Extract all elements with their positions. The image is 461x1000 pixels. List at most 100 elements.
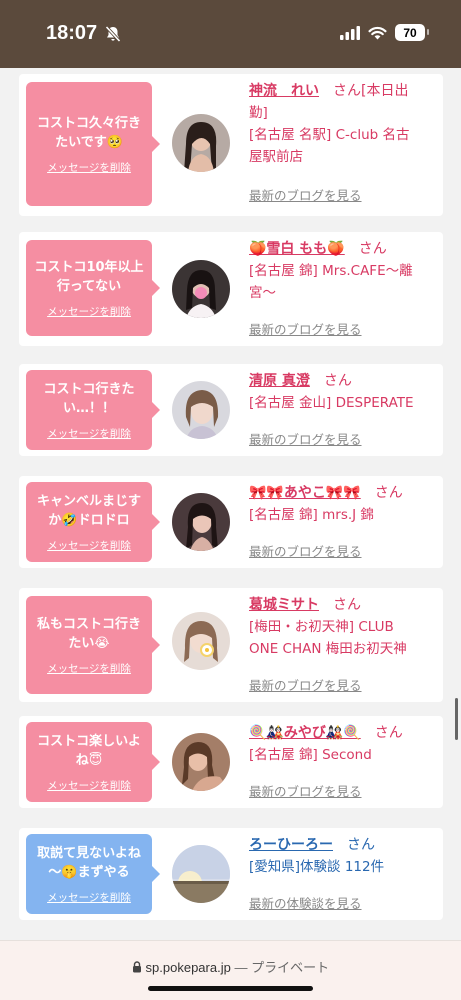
- message-bubble: コストコ久々行き たいです🥺 メッセージを削除: [26, 82, 160, 206]
- avatar[interactable]: [172, 381, 230, 439]
- delete-message-link[interactable]: メッセージを削除: [47, 661, 131, 676]
- url-domain: sp.pokepara.jp: [145, 960, 231, 975]
- san-label: さん: [347, 837, 375, 853]
- delete-message-link[interactable]: メッセージを削除: [47, 160, 131, 175]
- message-bubble: キャンベルまじす か🤣ドロドロ メッセージを削除: [26, 482, 160, 562]
- avatar[interactable]: [172, 114, 230, 172]
- list-item: 取説て見ないよね 〜🤫まずやる メッセージを削除 ろーひーろー さん [愛知県]体…: [19, 828, 443, 920]
- shop-line: [愛知県]体験談 112件: [249, 859, 385, 875]
- private-label: — プライベート: [234, 960, 330, 975]
- cast-name-link[interactable]: 🍭🎎みやび🎎🍭: [249, 725, 361, 741]
- delete-message-link[interactable]: メッセージを削除: [47, 426, 131, 441]
- cast-name-link[interactable]: 🎀🎀あやこ🎀🎀: [249, 485, 361, 501]
- info: 清原 真澄 さん [名古屋 金山] DESPERATE: [249, 370, 439, 414]
- info: 葛城ミサト さん [梅田・お初天神] CLUB ONE CHAN 梅田お初天神: [249, 594, 439, 660]
- battery-level: 70: [403, 25, 417, 40]
- shop-line: ONE CHAN 梅田お初天神: [249, 641, 407, 657]
- avatar[interactable]: [172, 845, 230, 903]
- san-label: さん: [374, 725, 403, 741]
- message-line: ね😇: [75, 752, 103, 768]
- latest-blog-link[interactable]: 最新のブログを見る: [249, 675, 362, 694]
- list-item: 私もコストコ行き たい😭 メッセージを削除 葛城ミサト さん [梅田・お初天神] …: [19, 588, 443, 702]
- list-item: コストコ10年以上 行ってない メッセージを削除 🍑雪白 もも🍑 さん [名古屋 …: [19, 232, 443, 346]
- message-bubble: コストコ楽しいよ ね😇 メッセージを削除: [26, 722, 160, 802]
- san-label: さん: [374, 485, 403, 501]
- user-name-link[interactable]: ろーひーろー: [249, 837, 333, 853]
- info: 神流 れい さん[本日出 勤] [名古屋 名駅] C-club 名古 屋駅前店: [249, 80, 439, 168]
- info: 🍑雪白 もも🍑 さん [名古屋 錦] Mrs.CAFE～離 宮～: [249, 238, 439, 304]
- info: 🍭🎎みやび🎎🍭 さん [名古屋 錦] Second: [249, 722, 439, 766]
- shop-line: 屋駅前店: [249, 149, 303, 165]
- list-item: コストコ楽しいよ ね😇 メッセージを削除 🍭🎎みやび🎎🍭 さん [名古屋 錦] S…: [19, 716, 443, 808]
- message-bubble: コストコ10年以上 行ってない メッセージを削除: [26, 240, 160, 336]
- message-line: コストコ楽しいよ: [37, 733, 141, 749]
- person-avatar-icon: [172, 612, 230, 670]
- avatar[interactable]: [172, 260, 230, 318]
- signal-icon: [340, 25, 360, 40]
- latest-blog-link[interactable]: 最新のブログを見る: [249, 781, 362, 800]
- person-avatar-icon: [172, 260, 230, 318]
- shop-line: [名古屋 錦] Mrs.CAFE～離: [249, 263, 413, 279]
- shop-line: [梅田・お初天神] CLUB: [249, 619, 394, 635]
- delete-message-link[interactable]: メッセージを削除: [47, 538, 131, 553]
- shop-line: 勤]: [249, 105, 268, 121]
- san-label: さん: [333, 597, 361, 613]
- list-item: キャンベルまじす か🤣ドロドロ メッセージを削除 🎀🎀あやこ🎀🎀 さん [名古屋 …: [19, 476, 443, 568]
- shop-line: [名古屋 錦] Second: [249, 747, 372, 763]
- latest-blog-link[interactable]: 最新のブログを見る: [249, 185, 362, 204]
- message-line: キャンベルまじす: [36, 493, 141, 509]
- latest-blog-link[interactable]: 最新のブログを見る: [249, 319, 362, 338]
- person-avatar-icon: [172, 114, 230, 172]
- avatar[interactable]: [172, 493, 230, 551]
- address-text: sp.pokepara.jp — プライベート: [0, 957, 461, 976]
- info: ろーひーろー さん [愛知県]体験談 112件: [249, 834, 439, 878]
- person-avatar-icon: [172, 733, 230, 791]
- san-label: さん: [333, 83, 361, 99]
- latest-blog-link[interactable]: 最新のブログを見る: [249, 541, 362, 560]
- delete-message-link[interactable]: メッセージを削除: [47, 304, 131, 319]
- info: 🎀🎀あやこ🎀🎀 さん [名古屋 錦] mrs.J 錦: [249, 482, 439, 526]
- shop-line: [名古屋 錦] mrs.J 錦: [249, 507, 374, 523]
- lock-icon: [132, 961, 141, 973]
- status-tag: [本日出: [361, 83, 409, 99]
- message-line: 行ってない: [56, 278, 122, 294]
- message-line: コストコ久々行き: [36, 115, 141, 131]
- message-line: 私もコストコ行き: [36, 616, 141, 632]
- message-line: 〜🤫まずやる: [48, 864, 130, 880]
- person-avatar-icon: [172, 493, 230, 551]
- status-bar: 18:07 70: [0, 0, 461, 68]
- message-bubble: コストコ行きた い…！！ メッセージを削除: [26, 370, 160, 450]
- message-line: い…！！: [62, 400, 115, 416]
- message-line: コストコ行きた: [43, 381, 135, 397]
- cast-name-link[interactable]: 葛城ミサト: [249, 597, 319, 613]
- san-label: さん: [358, 241, 387, 257]
- wifi-icon: [368, 26, 387, 39]
- cast-name-link[interactable]: 清原 真澄: [249, 373, 310, 389]
- scrollbar[interactable]: [455, 698, 458, 740]
- shop-line: [名古屋 名駅] C-club 名古: [249, 127, 410, 143]
- message-line: たい😭: [68, 635, 110, 651]
- san-label: さん: [323, 373, 352, 389]
- cast-name-link[interactable]: 神流 れい: [249, 83, 319, 99]
- sunset-avatar-icon: [172, 845, 230, 903]
- person-avatar-icon: [172, 381, 230, 439]
- list-item: コストコ行きた い…！！ メッセージを削除 清原 真澄 さん [名古屋 金山] D…: [19, 364, 443, 456]
- message-line: たいです🥺: [55, 134, 123, 150]
- status-time: 18:07: [46, 22, 98, 44]
- battery-icon: 70: [395, 24, 429, 41]
- message-bubble: 取説て見ないよね 〜🤫まずやる メッセージを削除: [26, 834, 160, 914]
- bell-slash-icon: [105, 25, 121, 43]
- message-bubble: 私もコストコ行き たい😭 メッセージを削除: [26, 596, 160, 694]
- home-indicator[interactable]: [148, 986, 313, 991]
- address-bar[interactable]: sp.pokepara.jp — プライベート: [0, 940, 461, 1000]
- delete-message-link[interactable]: メッセージを削除: [47, 778, 131, 793]
- list-item: コストコ久々行き たいです🥺 メッセージを削除 神流 れい さん[本日出 勤] […: [19, 74, 443, 216]
- avatar[interactable]: [172, 733, 230, 791]
- latest-blog-link[interactable]: 最新のブログを見る: [249, 429, 362, 448]
- message-line: 取説て見ないよね: [37, 845, 141, 861]
- cast-name-link[interactable]: 🍑雪白 もも🍑: [249, 241, 345, 257]
- latest-review-link[interactable]: 最新の体験談を見る: [249, 893, 362, 912]
- delete-message-link[interactable]: メッセージを削除: [47, 890, 131, 905]
- shop-line: 宮～: [249, 285, 276, 301]
- avatar[interactable]: [172, 612, 230, 670]
